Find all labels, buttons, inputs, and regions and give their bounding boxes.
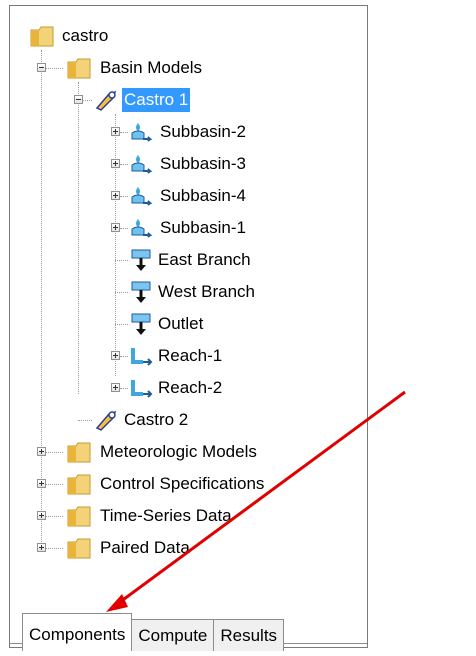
tree-label-root: castro xyxy=(62,26,109,45)
tree-guide-line xyxy=(120,228,128,229)
tree-label-subbasin: Subbasin-1 xyxy=(160,218,247,237)
subbasin-icon xyxy=(131,187,153,206)
folder-icon xyxy=(67,442,91,463)
folder-icon xyxy=(67,538,91,559)
tab-strip: Components Compute Results xyxy=(22,611,285,651)
expand-icon[interactable] xyxy=(111,191,120,200)
expand-icon[interactable] xyxy=(37,511,46,520)
reach-icon xyxy=(131,380,153,398)
tree-label-reach: Reach-1 xyxy=(158,346,223,365)
subbasin-icon xyxy=(131,155,153,174)
expand-icon[interactable] xyxy=(111,351,120,360)
tree-guide-line xyxy=(46,452,63,453)
tree-guide-line xyxy=(120,388,128,389)
tree-label-paired-data: Paired Data xyxy=(100,538,190,557)
tree-guide-line xyxy=(120,196,128,197)
subbasin-icon xyxy=(131,123,153,142)
tree-guide-line xyxy=(115,114,116,376)
expand-icon[interactable] xyxy=(37,543,46,552)
tree-label-subbasin: Subbasin-2 xyxy=(160,122,247,141)
tree-guide-line xyxy=(46,484,63,485)
tab-compute[interactable]: Compute xyxy=(131,619,215,651)
tree-guide-line xyxy=(83,100,92,101)
tab-results[interactable]: Results xyxy=(213,619,285,651)
tree-label-subbasin: Subbasin-4 xyxy=(160,186,247,205)
tree-label-control-specifications: Control Specifications xyxy=(100,474,265,493)
expand-icon[interactable] xyxy=(37,447,46,456)
collapse-icon[interactable] xyxy=(37,63,46,72)
tree-guide-line xyxy=(115,324,128,325)
tree-label-meteorologic-models: Meteorologic Models xyxy=(100,442,257,461)
folder-icon xyxy=(67,506,91,527)
tree-label-reach: Reach-2 xyxy=(158,378,223,397)
basin-model-icon xyxy=(95,90,117,111)
tab-components[interactable]: Components xyxy=(22,613,133,651)
tree-label-junction: West Branch xyxy=(158,282,256,301)
component-tree[interactable]: castro Basin Models Castro 1 Subbasin-2 … xyxy=(10,6,367,592)
expand-icon[interactable] xyxy=(111,159,120,168)
tree-guide-line xyxy=(120,356,128,357)
tree-guide-line xyxy=(46,68,63,69)
collapse-icon[interactable] xyxy=(74,95,83,104)
tree-label-subbasin: Subbasin-3 xyxy=(160,154,247,173)
tree-guide-line xyxy=(120,164,128,165)
reach-icon xyxy=(131,348,153,366)
tree-guide-line xyxy=(115,260,128,261)
tree-label-basin-models: Basin Models xyxy=(100,58,203,77)
folder-icon xyxy=(30,26,54,47)
folder-icon xyxy=(67,58,91,79)
tree-label-time-series-data: Time-Series Data xyxy=(100,506,232,525)
tree-label-castro1: Castro 1 xyxy=(122,88,191,112)
folder-icon xyxy=(67,474,91,495)
subbasin-icon xyxy=(131,219,153,238)
tree-guide-line xyxy=(120,132,128,133)
tree-guide-line xyxy=(41,50,42,550)
tree-guide-line xyxy=(115,292,128,293)
tree-label-junction: East Branch xyxy=(158,250,251,269)
junction-icon xyxy=(131,313,151,335)
basin-model-icon xyxy=(95,410,117,431)
expand-icon[interactable] xyxy=(111,223,120,232)
expand-icon[interactable] xyxy=(37,479,46,488)
junction-icon xyxy=(131,249,151,271)
tree-label-junction: Outlet xyxy=(158,314,204,333)
tree-guide-line xyxy=(78,420,92,421)
tree-label-castro2: Castro 2 xyxy=(124,410,189,429)
expand-icon[interactable] xyxy=(111,127,120,136)
tree-guide-line xyxy=(46,548,63,549)
tree-guide-line xyxy=(78,82,79,394)
watershed-explorer-panel: castro Basin Models Castro 1 Subbasin-2 … xyxy=(9,5,368,651)
tree-guide-line xyxy=(46,516,63,517)
expand-icon[interactable] xyxy=(111,383,120,392)
junction-icon xyxy=(131,281,151,303)
